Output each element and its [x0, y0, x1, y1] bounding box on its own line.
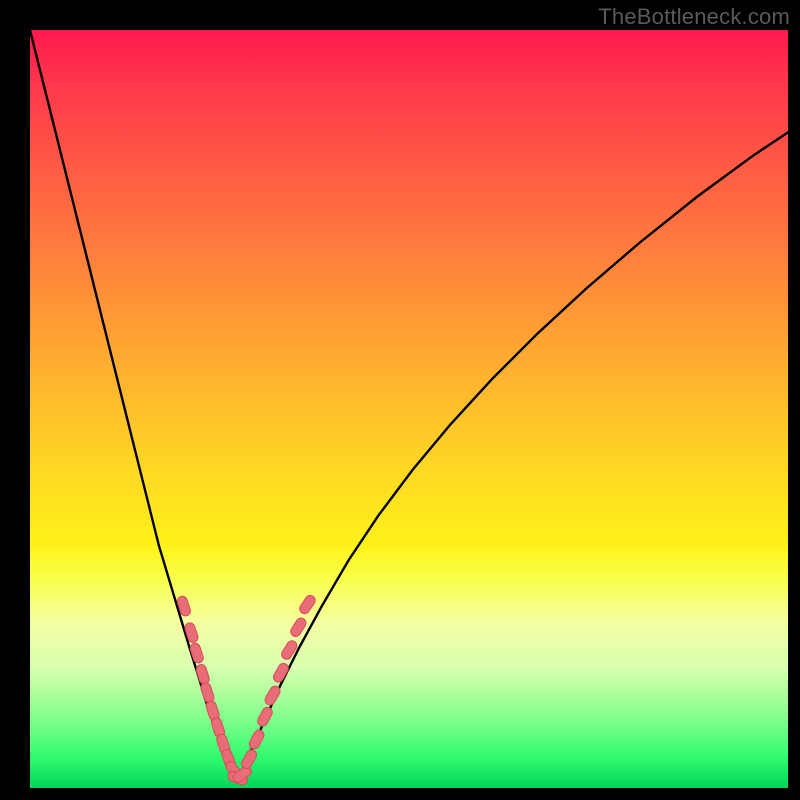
chart-svg: [30, 30, 788, 788]
marker-capsule: [248, 728, 266, 750]
marker-capsule: [200, 681, 216, 703]
chart-frame: TheBottleneck.com: [0, 0, 800, 800]
marker-capsule: [263, 684, 282, 706]
marker-capsule: [280, 639, 299, 661]
marker-capsule: [189, 642, 205, 664]
curve-left-curve: [30, 30, 238, 780]
marker-capsule: [256, 706, 274, 728]
marker-capsule: [184, 622, 200, 644]
marker-capsule: [240, 748, 259, 770]
marker-capsule: [298, 593, 317, 615]
marker-capsule: [195, 663, 211, 685]
plot-area: [30, 30, 788, 788]
curve-right-curve: [238, 132, 788, 780]
marker-layer: [176, 593, 317, 786]
curve-layer: [30, 30, 788, 780]
watermark-text: TheBottleneck.com: [598, 4, 790, 30]
